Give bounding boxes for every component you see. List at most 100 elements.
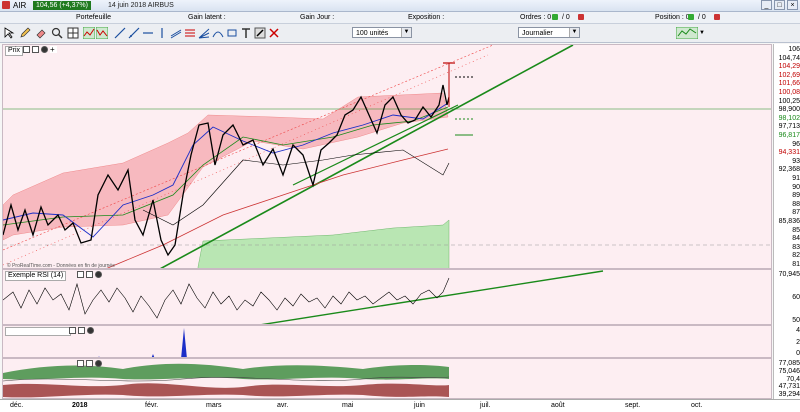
pencil-icon[interactable] [19,27,31,39]
time-tick-label: juil. [480,402,491,409]
position-count: / 0 [698,14,706,21]
oscillator-axis: 77,085 75,046 70,4 47,731 39,294 [773,358,800,399]
axis-tick-label: 50 [792,317,800,324]
ray-tool-icon[interactable] [128,27,140,39]
axis-tick-label: 83 [792,243,800,251]
position-short-icon[interactable] [714,14,720,20]
time-tick-label: oct. [691,402,703,409]
axis-tick-label: 94,331 [778,149,800,157]
panel-maximize-icon[interactable] [32,46,39,53]
axis-tick-label: 89 [792,192,800,200]
price-chart-svg [3,45,771,268]
axis-tick-label: 98,900 [778,106,800,114]
axis-tick-label: 85 [792,226,800,234]
oscillator-red-band [3,383,449,398]
rectangle-tool-icon[interactable] [226,27,238,39]
orders-count: / 0 [562,14,570,21]
volume-chart-panel[interactable] [2,325,772,358]
oscillator-chart-svg [3,363,450,398]
axis-tick-label: 87 [792,209,800,217]
axis-tick-label: 100,08 [778,89,800,96]
rsi-line [3,277,450,319]
price-chart-panel[interactable]: Prix + © ProRealTime.com - Données en fi… [2,44,772,269]
cursor-icon[interactable] [3,27,15,39]
orders-sell-icon[interactable] [578,14,584,20]
rsi-settings-icon[interactable] [77,271,84,278]
time-tick-label: févr. [145,402,159,409]
position-long-icon[interactable] [688,14,694,20]
axis-tick-label: 100,25 [778,97,800,105]
time-tick-label: juin [414,402,425,409]
rsi-trend-line [261,270,604,324]
rsi-axis: 70,945 60 50 [773,269,800,325]
instrument-date-label: 14 juin 2018 AIRBUS [108,2,174,9]
quantity-select[interactable]: 100 unités ▼ [352,27,412,38]
panel-add-icon[interactable]: + [50,46,57,54]
time-tick-label: sept. [625,402,641,409]
time-tick-label: mai [342,402,354,409]
panel-settings-icon[interactable] [23,46,30,53]
portfolio-link[interactable]: Portefeuille [76,12,111,23]
axis-tick-label: 101,66 [778,80,800,88]
indicator-2-icon[interactable] [96,27,108,39]
osc-maximize-icon[interactable] [86,360,93,367]
axis-tick-label: 104,29 [778,63,800,71]
volume-panel-input[interactable] [5,327,71,336]
exposure-label: Exposition : [408,14,445,21]
axis-tick-label: 97,713 [778,123,800,131]
close-button[interactable]: × [787,0,798,10]
axis-tick-label: 96,817 [778,132,800,139]
chevron-down-icon: ▼ [401,28,411,37]
fan-tool-icon[interactable] [198,27,210,39]
chevron-down-icon: ▼ [569,28,579,37]
osc-settings-icon[interactable] [77,360,84,367]
quantity-select-value: 100 unités [356,30,389,37]
axis-tick-label: 60 [792,294,800,301]
vertical-line-icon[interactable] [156,27,168,39]
indicator-icon[interactable] [83,27,95,39]
panel-close-icon[interactable] [41,46,48,53]
axis-tick-label: 75,046 [778,367,800,375]
volume-close-icon[interactable] [87,327,94,334]
grid-icon[interactable] [67,27,79,39]
zoom-icon[interactable] [51,27,63,39]
axis-tick-label: 88 [792,200,800,208]
fibonacci-icon[interactable] [184,27,196,39]
arc-tool-icon[interactable] [212,27,224,39]
alert-icon[interactable] [254,27,266,39]
rsi-maximize-icon[interactable] [86,271,93,278]
rsi-chart-panel[interactable]: Exemple RSI (14) [2,269,772,325]
time-tick-label: avr. [277,402,289,409]
volume-settings-icon[interactable] [69,327,76,334]
axis-tick-label: 98,102 [778,114,800,122]
rsi-chart-svg [3,270,604,324]
unrealized-gain-label: Gain latent : [188,14,226,21]
axis-tick-label: 39,294 [778,391,800,398]
rsi-close-icon[interactable] [95,271,102,278]
osc-close-icon[interactable] [95,360,102,367]
channel-tool-icon[interactable] [170,27,182,39]
axis-tick-label: 85,836 [778,218,800,225]
title-bar: AIR 104,56 (+4,37%) 14 juin 2018 AIRBUS … [0,0,800,12]
chart-type-dropdown-icon[interactable]: ▼ [699,27,705,39]
axis-tick-label: 0 [796,350,800,357]
volume-spike [181,328,187,357]
time-tick-label: déc. [10,402,24,409]
drawing-toolbar: 100 unités ▼ Journalier ▼ ▼ [0,24,800,43]
time-axis: déc. 2018 févr. mars avr. mai juin juil. août sep… [0,399,800,412]
maximize-button[interactable]: □ [774,0,785,10]
minimize-button[interactable]: _ [761,0,772,10]
axis-tick-label: 84 [792,235,800,243]
line-tool-icon[interactable] [114,27,126,39]
chart-type-icon[interactable] [676,27,698,39]
price-change-badge: 104,56 (+4,37%) [33,1,91,10]
orders-buy-icon[interactable] [552,14,558,20]
app-icon [2,1,10,9]
delete-drawings-icon[interactable] [268,27,280,39]
oscillator-chart-panel[interactable] [2,358,772,399]
eraser-icon[interactable] [35,27,47,39]
volume-maximize-icon[interactable] [78,327,85,334]
period-select[interactable]: Journalier ▼ [518,27,580,38]
horizontal-line-icon[interactable] [142,27,154,39]
text-tool-icon[interactable] [240,27,252,39]
